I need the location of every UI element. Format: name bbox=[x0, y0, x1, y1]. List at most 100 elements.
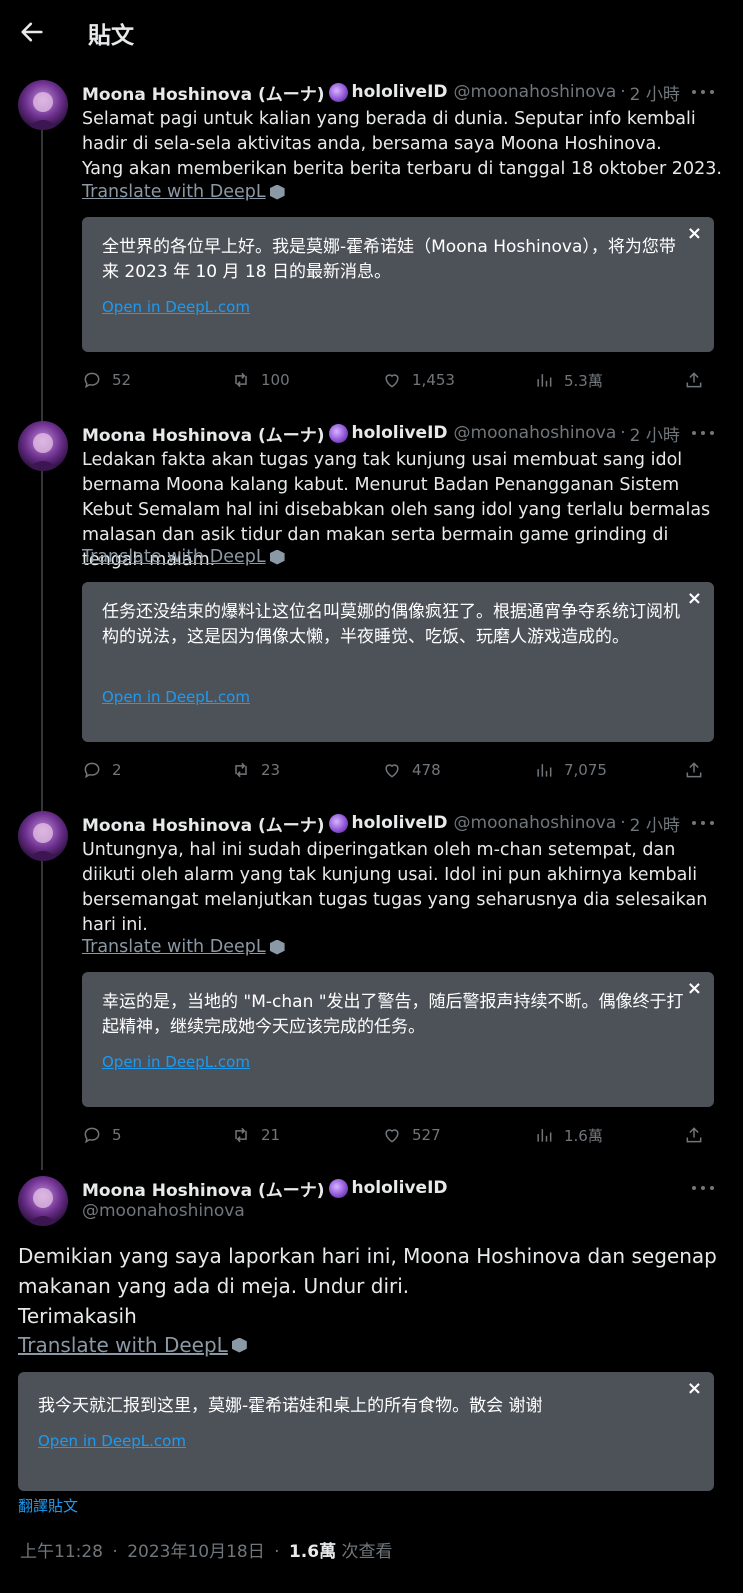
action-bar: 5 21 527 1.6萬 bbox=[82, 1123, 714, 1147]
post-meta: 上午11:28 · 2023年10月18日 · 1.6萬 次查看 bbox=[20, 1537, 393, 1562]
like-button[interactable]: 478 bbox=[382, 760, 534, 780]
avatar[interactable] bbox=[18, 80, 68, 130]
reply-button[interactable]: 5 bbox=[82, 1125, 231, 1145]
post-date[interactable]: 2023年10月18日 bbox=[127, 1542, 265, 1562]
post-time[interactable]: 上午11:28 bbox=[20, 1542, 103, 1562]
avatar[interactable] bbox=[18, 811, 68, 861]
share-button[interactable] bbox=[684, 370, 714, 390]
translation-card: 幸运的是，当地的 "M-chan "发出了警告，随后警报声持续不断。偶像终于打起… bbox=[82, 972, 714, 1107]
moon-emoji-icon bbox=[328, 813, 348, 833]
author-org: hololiveID bbox=[351, 1178, 448, 1198]
view-label: 次查看 bbox=[341, 1542, 393, 1562]
main-post-text: Demikian yang saya laporkan hari ini, Mo… bbox=[18, 1244, 717, 1328]
deepl-icon bbox=[231, 1337, 247, 1353]
translation-text: 任务还没结束的爆料让这位名叫莫娜的偶像疯狂了。根据通宵争夺系统订阅机构的说法，这… bbox=[102, 602, 680, 647]
post-time[interactable]: 2 小時 bbox=[630, 811, 680, 836]
author-name[interactable]: Moona Hoshinova (ムーナ) bbox=[82, 421, 325, 446]
share-icon bbox=[686, 762, 702, 778]
open-deepl-link[interactable]: Open in DeepL.com bbox=[102, 298, 250, 316]
close-icon[interactable]: × bbox=[687, 978, 702, 999]
like-icon bbox=[385, 764, 399, 778]
repost-button[interactable]: 23 bbox=[231, 760, 382, 780]
translation-card: 全世界的各位早上好。我是莫娜-霍希诺娃（Moona Hoshinova），将为您… bbox=[82, 217, 714, 352]
share-button[interactable] bbox=[684, 760, 714, 780]
like-icon bbox=[385, 374, 399, 388]
reply-count: 2 bbox=[112, 761, 122, 779]
author-name[interactable]: Moona Hoshinova (ムーナ) bbox=[82, 1176, 325, 1201]
translation-text: 全世界的各位早上好。我是莫娜-霍希诺娃（Moona Hoshinova），将为您… bbox=[102, 237, 676, 282]
post-time[interactable]: 2 小時 bbox=[630, 421, 680, 446]
author-org: hololiveID bbox=[351, 813, 448, 833]
close-icon[interactable]: × bbox=[687, 588, 702, 609]
open-deepl-link[interactable]: Open in DeepL.com bbox=[102, 688, 250, 706]
post-header: Moona Hoshinova (ムーナ) hololiveID @moonah… bbox=[82, 80, 680, 105]
views-button[interactable]: 1.6萬 bbox=[534, 1125, 684, 1146]
author-handle[interactable]: @moonahoshinova bbox=[454, 82, 617, 102]
reply-count: 5 bbox=[112, 1126, 122, 1144]
views-count: 5.3萬 bbox=[564, 371, 603, 390]
more-icon[interactable] bbox=[692, 1185, 714, 1191]
repost-icon bbox=[235, 1127, 247, 1143]
share-icon bbox=[686, 372, 702, 388]
share-button[interactable] bbox=[684, 1125, 714, 1145]
more-icon[interactable] bbox=[692, 820, 714, 826]
moon-emoji-icon bbox=[328, 423, 348, 443]
translate-link[interactable]: Translate with DeepL bbox=[82, 182, 285, 202]
repost-count: 21 bbox=[261, 1126, 281, 1144]
repost-icon bbox=[235, 372, 247, 388]
deepl-icon bbox=[269, 184, 285, 200]
views-count: 7,075 bbox=[564, 761, 607, 779]
translate-label: Translate with DeepL bbox=[82, 937, 266, 957]
views-button[interactable]: 5.3萬 bbox=[534, 370, 684, 391]
separator: · bbox=[274, 1542, 280, 1562]
like-count: 527 bbox=[412, 1126, 441, 1144]
avatar[interactable] bbox=[18, 421, 68, 471]
like-button[interactable]: 527 bbox=[382, 1125, 534, 1145]
author-org: hololiveID bbox=[351, 82, 448, 102]
like-count: 1,453 bbox=[412, 371, 455, 389]
open-deepl-link[interactable]: Open in DeepL.com bbox=[38, 1432, 186, 1450]
translate-link[interactable]: Translate with DeepL bbox=[82, 937, 285, 957]
views-icon bbox=[537, 374, 552, 387]
author-name[interactable]: Moona Hoshinova (ムーナ) bbox=[82, 811, 325, 836]
close-icon[interactable]: × bbox=[687, 1378, 702, 1399]
thread-line bbox=[41, 130, 43, 1170]
views-icon bbox=[537, 764, 552, 777]
view-count: 1.6萬 bbox=[288, 1542, 337, 1562]
moon-emoji-icon bbox=[328, 1178, 348, 1198]
translate-post-link[interactable]: 翻譯貼文 bbox=[18, 1495, 78, 1516]
like-icon bbox=[385, 1129, 399, 1143]
author-handle[interactable]: @moonahoshinova bbox=[454, 813, 617, 833]
reply-button[interactable]: 2 bbox=[82, 760, 231, 780]
reply-button[interactable]: 52 bbox=[82, 370, 231, 390]
open-deepl-link[interactable]: Open in DeepL.com bbox=[102, 1053, 250, 1071]
close-icon[interactable]: × bbox=[687, 223, 702, 244]
translation-text: 幸运的是，当地的 "M-chan "发出了警告，随后警报声持续不断。偶像终于打起… bbox=[102, 992, 684, 1037]
reply-icon bbox=[84, 372, 100, 389]
deepl-icon bbox=[269, 939, 285, 955]
views-button[interactable]: 7,075 bbox=[534, 760, 684, 780]
action-bar: 52 100 1,453 5.3萬 bbox=[82, 368, 714, 392]
post-text: Selamat pagi untuk kalian yang berada di… bbox=[82, 109, 722, 179]
repost-button[interactable]: 100 bbox=[231, 370, 382, 390]
translate-link[interactable]: Translate with DeepL bbox=[82, 547, 285, 567]
author-handle[interactable]: @moonahoshinova bbox=[82, 1201, 245, 1221]
repost-count: 100 bbox=[261, 371, 290, 389]
views-icon bbox=[537, 1129, 552, 1142]
post-time[interactable]: 2 小時 bbox=[630, 80, 680, 105]
more-icon[interactable] bbox=[692, 430, 714, 436]
like-button[interactable]: 1,453 bbox=[382, 370, 534, 390]
more-icon[interactable] bbox=[692, 89, 714, 95]
views-count: 1.6萬 bbox=[564, 1126, 603, 1145]
translate-link[interactable]: Translate with DeepL bbox=[18, 1333, 247, 1357]
deepl-icon bbox=[269, 549, 285, 565]
author-handle[interactable]: @moonahoshinova bbox=[454, 423, 617, 443]
post-text: Untungnya, hal ini sudah diperingatkan o… bbox=[82, 840, 708, 935]
author-name[interactable]: Moona Hoshinova (ムーナ) bbox=[82, 80, 325, 105]
back-arrow-icon[interactable] bbox=[18, 18, 46, 46]
action-bar: 2 23 478 7,075 bbox=[82, 758, 714, 782]
repost-button[interactable]: 21 bbox=[231, 1125, 382, 1145]
page-title: 貼文 bbox=[88, 23, 134, 49]
avatar[interactable] bbox=[18, 1176, 68, 1226]
separator: · bbox=[112, 1542, 118, 1562]
